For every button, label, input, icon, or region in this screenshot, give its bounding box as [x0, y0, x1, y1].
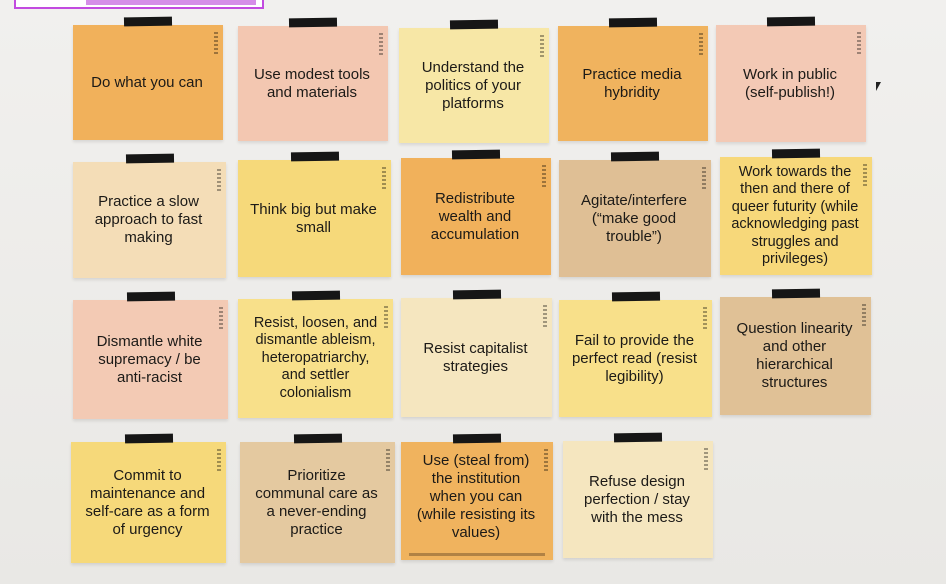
corner-mark [542, 165, 546, 189]
corner-mark [217, 169, 221, 193]
tape-strip [451, 149, 501, 160]
note-text: Use (steal from) the institution when yo… [416, 452, 536, 541]
mouse-pointer-icon [876, 82, 881, 91]
sticky-note-slow-approach: Practice a slow approach to fast making [73, 153, 226, 278]
sticky-note-redistribute-wealth: Redistribute wealth and accumulation [401, 149, 551, 275]
sticky-note-refuse-perfection: Refuse design perfection / stay with the… [563, 432, 713, 558]
note-text: Do what you can [91, 73, 203, 91]
note-text: Understand the politics of your platform… [421, 58, 525, 112]
note-text: Prioritize communal care as a never-endi… [255, 466, 378, 538]
tape-strip [293, 433, 342, 444]
tape-strip [610, 151, 660, 162]
corner-mark [386, 449, 390, 473]
citation-footnote [409, 553, 545, 556]
corner-mark [544, 449, 548, 473]
tape-strip [611, 291, 660, 302]
corner-mark [704, 448, 708, 472]
sticky-note-resist-capitalist: Resist capitalist strategies [401, 289, 552, 417]
tape-strip [124, 433, 173, 444]
note-text: Redistribute wealth and accumulation [430, 189, 520, 243]
sticky-note-dismantle-ableism: Resist, loosen, and dismantle ableism, h… [238, 290, 393, 418]
note-text: Question linearity and other hierarchica… [736, 320, 853, 391]
top-banner-highlight [86, 0, 256, 5]
tape-strip [288, 17, 338, 28]
corner-mark [857, 32, 861, 56]
corner-mark [382, 167, 386, 191]
sticky-note-modest-tools: Use modest tools and materials [238, 17, 388, 141]
corner-mark [540, 35, 544, 59]
sticky-note-resist-legibility: Fail to provide the perfect read (resist… [559, 291, 712, 417]
note-text: Resist capitalist strategies [423, 339, 528, 375]
sticky-note-do-what-you-can: Do what you can [73, 16, 223, 140]
note-text: Resist, loosen, and dismantle ableism, h… [253, 314, 378, 401]
tape-strip [766, 16, 816, 27]
corner-mark [214, 32, 218, 56]
corner-mark [862, 304, 866, 328]
note-text: Fail to provide the perfect read (resist… [571, 331, 698, 385]
corner-mark [699, 33, 703, 57]
tape-strip [449, 19, 499, 30]
note-text: Work towards the then and there of queer… [731, 163, 859, 268]
sticky-note-think-big: Think big but make small [238, 151, 391, 277]
tape-strip [452, 433, 502, 444]
note-text: Dismantle white supremacy / be anti-raci… [96, 332, 203, 386]
note-text: Think big but make small [250, 200, 377, 236]
sticky-note-question-linearity: Question linearity and other hierarchica… [720, 288, 871, 415]
tape-strip [771, 148, 821, 159]
tape-strip [123, 16, 173, 27]
corner-mark [543, 305, 547, 329]
corner-mark [384, 306, 388, 330]
sticky-note-use-institution: Use (steal from) the institution when yo… [401, 433, 553, 560]
corner-mark [379, 33, 383, 57]
note-text: Use modest tools and materials [254, 65, 370, 101]
sticky-note-media-hybridity: Practice media hybridity [558, 17, 708, 141]
corner-mark [703, 307, 707, 331]
sticky-note-anti-racist: Dismantle white supremacy / be anti-raci… [73, 291, 228, 419]
tape-strip [608, 17, 658, 28]
tape-strip [126, 291, 175, 302]
note-text: Practice a slow approach to fast making [94, 193, 203, 246]
sticky-note-communal-care: Prioritize communal care as a never-endi… [240, 433, 395, 563]
sticky-note-maintenance-self-care: Commit to maintenance and self-care as a… [71, 433, 226, 563]
tape-strip [125, 153, 174, 164]
corner-mark [217, 449, 221, 473]
corner-mark [219, 307, 223, 331]
sticky-note-work-in-public: Work in public (self-publish!) [716, 16, 866, 142]
note-text: Practice media hybridity [582, 65, 682, 101]
corner-mark [863, 164, 867, 188]
note-text: Commit to maintenance and self-care as a… [85, 466, 210, 538]
tape-strip [452, 289, 501, 300]
tape-strip [291, 290, 340, 301]
sticky-note-queer-futurity: Work towards the then and there of queer… [720, 148, 872, 275]
tape-strip [290, 151, 339, 162]
note-text: Agitate/interfere (“make good trouble”) [581, 191, 687, 245]
corner-mark [702, 167, 706, 191]
top-banner [14, 0, 264, 9]
sticky-note-agitate-interfere: Agitate/interfere (“make good trouble”) [559, 151, 711, 277]
sticky-note-politics-platforms: Understand the politics of your platform… [399, 19, 549, 143]
note-text: Refuse design perfection / stay with the… [584, 472, 690, 526]
note-text: Work in public (self-publish!) [743, 65, 837, 101]
tape-strip [613, 432, 663, 443]
tape-strip [771, 288, 820, 299]
